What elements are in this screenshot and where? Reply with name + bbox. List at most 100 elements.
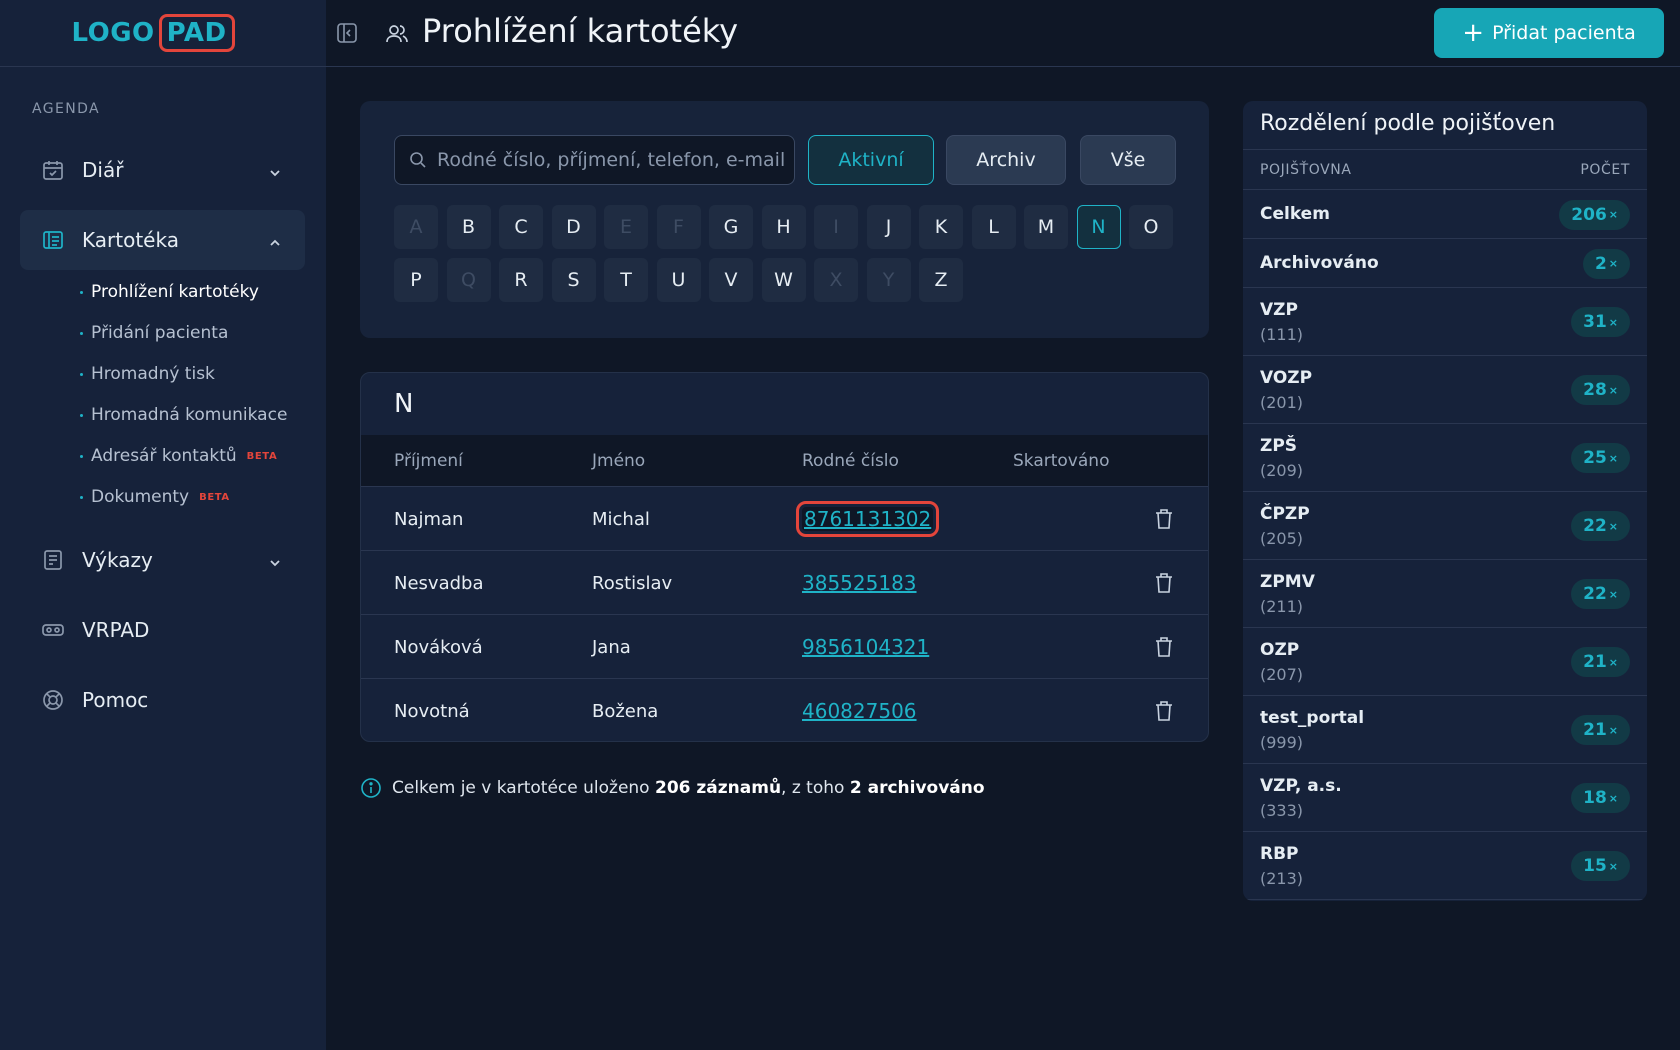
- sidebar-item-label: Výkazy: [82, 548, 153, 572]
- chevron-up-icon: [267, 232, 283, 248]
- insurance-table-header: POJIŠŤOVNA POČET: [1243, 149, 1647, 190]
- table-row[interactable]: Najman Michal 8761131302: [361, 487, 1208, 551]
- sidebar-subitem-pridani[interactable]: Přidání pacienta: [80, 323, 228, 343]
- letter-filter-j[interactable]: J: [866, 205, 911, 249]
- count-value: 21: [1583, 720, 1607, 740]
- letter-filter-s[interactable]: S: [551, 258, 596, 302]
- insurer-name: ČPZP: [1260, 504, 1310, 524]
- letter-filter-k[interactable]: K: [919, 205, 963, 249]
- group-letter-heading: N: [394, 389, 414, 419]
- letter-filter-b[interactable]: B: [446, 205, 491, 249]
- sidebar-item-diar[interactable]: Diář: [20, 140, 305, 200]
- table-row[interactable]: Novotná Božena 460827506: [361, 679, 1208, 741]
- insurer-code: (207): [1260, 665, 1304, 684]
- logo-text-logo: LOGO: [71, 18, 155, 48]
- bullet-dot: [80, 454, 83, 458]
- insurance-row: OZP (207) 21 ×: [1243, 628, 1647, 696]
- letter-filter-n[interactable]: N: [1076, 205, 1121, 249]
- sidebar-subitem-label: Přidání pacienta: [91, 323, 229, 343]
- sidebar-subitem-dokumenty[interactable]: Dokumenty BETA: [80, 487, 230, 507]
- letter-filter-h[interactable]: H: [761, 205, 806, 249]
- insurer-code: (209): [1260, 461, 1304, 480]
- count-unit: ×: [1608, 791, 1618, 805]
- insurance-row: VOZP (201) 28 ×: [1243, 356, 1647, 424]
- trash-icon[interactable]: [1153, 507, 1175, 531]
- sidebar-subitem-hromadny-tisk[interactable]: Hromadný tisk: [80, 364, 215, 384]
- letter-filter-d[interactable]: D: [551, 205, 596, 249]
- letter-filter-l[interactable]: L: [971, 205, 1016, 249]
- count-badge: 25 ×: [1571, 443, 1630, 473]
- count-value: 28: [1583, 380, 1607, 400]
- sidebar-item-label: Diář: [82, 158, 124, 182]
- letter-filter-v[interactable]: V: [709, 258, 753, 302]
- beta-badge: BETA: [199, 491, 230, 503]
- cell-name: Jana: [592, 637, 631, 658]
- birth-number-link[interactable]: 9856104321: [802, 635, 929, 659]
- trash-icon[interactable]: [1153, 699, 1175, 723]
- top-header: Prohlížení kartotéky + Přidat pacienta: [326, 0, 1680, 67]
- add-patient-label: Přidat pacienta: [1492, 22, 1636, 44]
- letter-filter-o[interactable]: O: [1129, 205, 1173, 249]
- insurer-name: RBP: [1260, 844, 1299, 864]
- insurance-row: Archivováno 2 ×: [1243, 239, 1647, 288]
- search-input[interactable]: [437, 149, 787, 171]
- letter-filter-r[interactable]: R: [499, 258, 543, 302]
- count-unit: ×: [1608, 451, 1618, 465]
- cell-surname: Najman: [394, 509, 464, 530]
- letter-filter-z[interactable]: Z: [919, 258, 963, 302]
- add-patient-button[interactable]: + Přidat pacienta: [1434, 8, 1664, 58]
- cell-name: Rostislav: [592, 573, 673, 594]
- insurer-name: Archivováno: [1260, 253, 1379, 273]
- cell-name: Božena: [592, 701, 659, 722]
- letter-filter-g[interactable]: G: [709, 205, 753, 249]
- birth-number-link[interactable]: 460827506: [802, 699, 917, 723]
- letter-filter-u[interactable]: U: [656, 258, 701, 302]
- insurance-row: ZPŠ (209) 25 ×: [1243, 424, 1647, 492]
- table-row[interactable]: Nesvadba Rostislav 385525183: [361, 551, 1208, 615]
- sidebar-item-pomoc[interactable]: Pomoc: [20, 670, 305, 730]
- column-header-name: Jméno: [592, 451, 646, 471]
- search-field[interactable]: [394, 135, 795, 185]
- sidebar-subitem-adresar[interactable]: Adresář kontaktů BETA: [80, 446, 277, 466]
- birth-number-link[interactable]: 385525183: [802, 571, 917, 595]
- column-header-count: POČET: [1580, 162, 1630, 178]
- letter-filter-x: X: [814, 258, 858, 302]
- count-value: 15: [1583, 856, 1607, 876]
- sidebar-item-vykazy[interactable]: Výkazy: [20, 530, 305, 590]
- count-value: 31: [1583, 312, 1607, 332]
- letter-filter-f: F: [656, 205, 701, 249]
- birth-number-link[interactable]: 8761131302: [795, 501, 940, 537]
- letter-filter-p[interactable]: P: [394, 258, 438, 302]
- filter-archiv-button[interactable]: Archiv: [946, 135, 1066, 185]
- count-unit: ×: [1608, 383, 1618, 397]
- count-unit: ×: [1608, 655, 1618, 669]
- sidebar-subitem-label: Hromadná komunikace: [91, 405, 288, 425]
- count-badge: 21 ×: [1571, 647, 1630, 677]
- summary-total: 206 záznamů: [654, 778, 782, 798]
- letter-filter-w[interactable]: W: [761, 258, 806, 302]
- logo[interactable]: LOGO PAD: [71, 14, 235, 52]
- letter-filter-c[interactable]: C: [499, 205, 543, 249]
- insurer-name: VOZP: [1260, 368, 1313, 388]
- sidebar-item-kartoteka[interactable]: Kartotéka: [20, 210, 305, 270]
- insurance-row: ZPMV (211) 22 ×: [1243, 560, 1647, 628]
- sidebar-subitem-prohlizeni[interactable]: Prohlížení kartotéky: [80, 282, 259, 302]
- collapse-sidebar-icon[interactable]: [336, 22, 358, 44]
- sidebar-item-vrpad[interactable]: VRPAD: [20, 600, 305, 660]
- lifebuoy-icon: [40, 687, 66, 713]
- count-value: 25: [1583, 448, 1607, 468]
- sidebar-subitem-hromadna-komunikace[interactable]: Hromadná komunikace: [80, 405, 287, 425]
- count-badge: 18 ×: [1571, 783, 1630, 813]
- filter-aktivni-button[interactable]: Aktivní: [808, 135, 934, 185]
- sidebar-item-label: Pomoc: [82, 688, 149, 712]
- count-unit: ×: [1608, 859, 1618, 873]
- trash-icon[interactable]: [1153, 571, 1175, 595]
- sidebar: LOGO PAD AGENDA Diář Kartotéka Prohlížen…: [0, 0, 326, 1050]
- letter-filter-t[interactable]: T: [604, 258, 648, 302]
- trash-icon[interactable]: [1153, 635, 1175, 659]
- filter-vse-button[interactable]: Vše: [1080, 135, 1176, 185]
- table-row[interactable]: Nováková Jana 9856104321: [361, 615, 1208, 679]
- insurer-name: OZP: [1260, 640, 1300, 660]
- insurer-name: Celkem: [1260, 204, 1330, 224]
- letter-filter-m[interactable]: M: [1024, 205, 1068, 249]
